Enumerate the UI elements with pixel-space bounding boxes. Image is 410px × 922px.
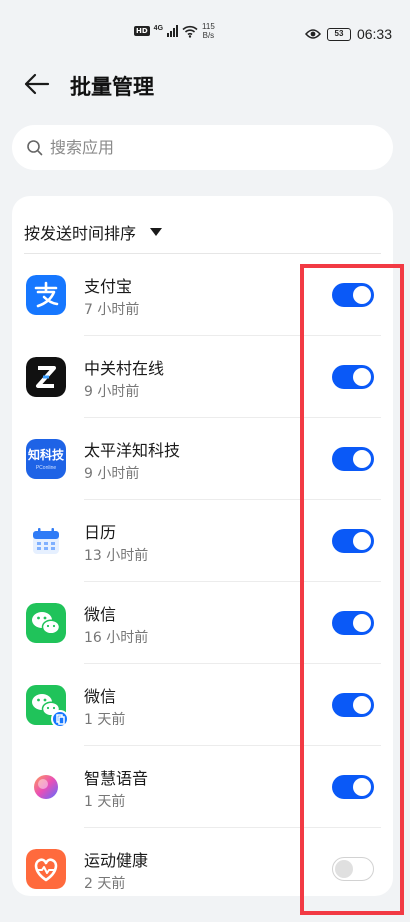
list-item: 中关村在线 9 小时前 [12, 336, 393, 418]
wechat-clone-icon [26, 685, 69, 728]
arrow-left-icon [24, 73, 50, 95]
notification-time: 9 小时前 [84, 466, 140, 482]
app-list-card: 按发送时间排序 支付宝 7 小时前 中关村在线 9 小时前 知科技 PConli… [12, 196, 393, 896]
app-name: 智慧语音 [84, 769, 149, 788]
search-bar[interactable] [12, 125, 393, 170]
status-right: 53 06:33 [304, 26, 392, 42]
notification-toggle[interactable] [332, 693, 374, 717]
pconline-icon: 知科技 PConline [26, 439, 66, 479]
app-name: 微信 [84, 605, 117, 624]
clock: 06:33 [356, 26, 392, 42]
signal-icon [167, 25, 179, 37]
list-item: 支付宝 7 小时前 [12, 254, 393, 336]
app-name: 中关村在线 [84, 359, 165, 378]
notification-toggle[interactable] [332, 857, 374, 881]
alipay-icon [26, 275, 66, 315]
health-icon [26, 849, 66, 889]
page-title: 批量管理 [70, 75, 154, 99]
notification-toggle[interactable] [332, 365, 374, 389]
voice-assistant-icon [26, 767, 66, 807]
list-item: 知科技 PConline 太平洋知科技 9 小时前 [12, 418, 393, 500]
calendar-icon [26, 521, 66, 561]
notification-time: 7 小时前 [84, 302, 140, 318]
list-item: 日历 13 小时前 [12, 500, 393, 582]
status-icons: HD 4G 115 B/s [134, 22, 215, 40]
sort-label: 按发送时间排序 [24, 224, 137, 243]
caret-down-icon [150, 228, 163, 236]
network-speed: 115 B/s [202, 22, 215, 40]
notification-toggle[interactable] [332, 775, 374, 799]
hd-badge: HD [134, 26, 150, 36]
pconline-icon-subtext: PConline [35, 465, 57, 471]
app-name: 运动健康 [84, 851, 149, 870]
notification-toggle[interactable] [332, 283, 374, 307]
notification-toggle[interactable] [332, 447, 374, 471]
search-input[interactable] [50, 138, 370, 157]
eye-icon [304, 29, 321, 39]
list-item: 微信 1 天前 [12, 664, 393, 746]
notification-time: 2 天前 [84, 876, 126, 892]
status-bar: HD 4G 115 B/s 53 06:33 [0, 0, 410, 68]
notification-time: 9 小时前 [84, 384, 140, 400]
app-name: 太平洋知科技 [84, 441, 181, 460]
pconline-icon-text: 知科技 [27, 448, 64, 462]
bottom-area [0, 896, 410, 922]
wifi-icon [182, 25, 198, 38]
list-item: 微信 16 小时前 [12, 582, 393, 664]
battery-icon: 53 [326, 27, 351, 41]
sort-dropdown[interactable]: 按发送时间排序 [24, 220, 163, 244]
notification-time: 13 小时前 [84, 548, 149, 564]
list-item: 运动健康 2 天前 [12, 828, 393, 896]
search-icon [27, 139, 43, 155]
app-name: 支付宝 [84, 277, 133, 296]
wechat-icon [26, 603, 66, 643]
notification-toggle[interactable] [332, 529, 374, 553]
back-button[interactable] [22, 70, 52, 100]
notification-toggle[interactable] [332, 611, 374, 635]
app-name: 微信 [84, 687, 117, 706]
zol-icon [26, 357, 66, 397]
network-type: 4G [153, 24, 164, 32]
notification-time: 1 天前 [84, 712, 126, 728]
app-name: 日历 [84, 523, 117, 542]
notification-time: 16 小时前 [84, 630, 149, 646]
list-item: 智慧语音 1 天前 [12, 746, 393, 828]
app-list: 支付宝 7 小时前 中关村在线 9 小时前 知科技 PConline 太平洋知科… [12, 254, 393, 896]
notification-time: 1 天前 [84, 794, 126, 810]
